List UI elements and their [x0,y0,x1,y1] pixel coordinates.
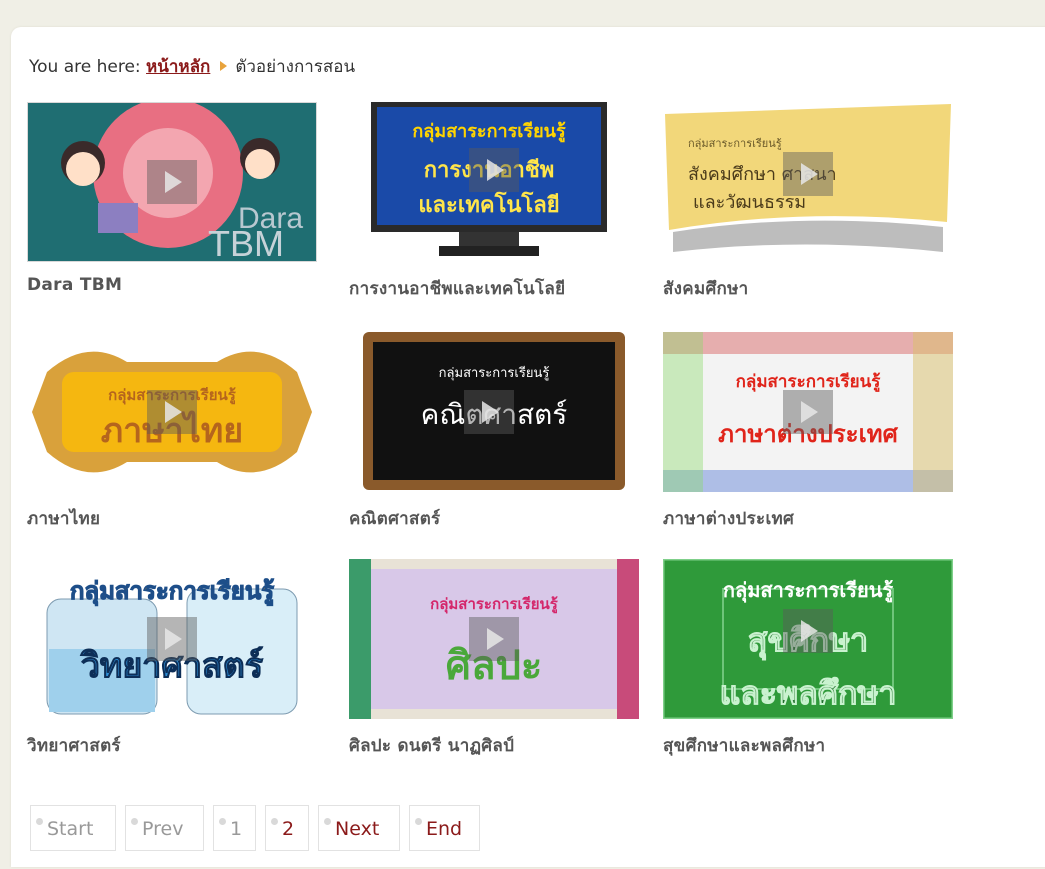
video-thumbnail[interactable]: กลุ่มสาระการเรียนรู้ สุขศึกษา และพลศึกษา [663,559,953,719]
play-icon[interactable] [469,617,519,661]
breadcrumb-prefix: You are here: [29,57,147,77]
video-caption[interactable]: สังคมศึกษา [663,275,749,302]
thumb-text-1: กลุ่มสาระการเรียนรู้ [70,577,274,607]
pager-end-label: End [426,818,463,840]
play-icon[interactable] [147,160,197,204]
pager-page-1[interactable]: 1 [213,805,256,851]
play-icon[interactable] [783,152,833,196]
thumb-text-1: กลุ่มสาระการเรียนรู้ [688,137,782,150]
pager-page-2[interactable]: 2 [265,805,309,851]
play-icon[interactable] [147,390,197,434]
thumb-text-1: กลุ่มสาระการเรียนรู้ [439,365,550,381]
pager-prev[interactable]: Prev [125,805,204,851]
pager-next[interactable]: Next [318,805,400,851]
video-thumbnail[interactable]: กลุ่มสาระการเรียนรู้ คณิตศาสตร์ [349,332,639,492]
video-caption[interactable]: วิทยาศาสตร์ [27,732,121,759]
thumb-text-1: กลุ่มสาระการเรียนรู้ [723,578,894,604]
video-caption[interactable]: Dara TBM [27,275,122,295]
video-caption[interactable]: ภาษาไทย [27,505,100,532]
thumb-text-2: TBM [208,223,284,262]
breadcrumb-home-link[interactable]: หน้าหลัก [146,57,210,77]
play-icon[interactable] [464,390,514,434]
video-thumbnail[interactable]: กลุ่มสาระการเรียนรู้ สังคมศึกษา ศาสนา แล… [663,102,953,262]
thumb-text-3: และพลศึกษา [720,674,897,712]
triangle-right-icon [220,61,228,71]
thumb-text-3: และเทคโนโลยี [418,191,559,218]
video-caption[interactable]: สุขศึกษาและพลศึกษา [663,732,825,759]
pager-page-2-label: 2 [282,818,295,840]
thumb-text-1: กลุ่มสาระการเรียนรู้ [430,595,559,614]
video-caption[interactable]: ศิลปะ ดนตรี นาฏศิลป์ [349,732,514,759]
video-thumbnail[interactable]: Dara TBM [27,102,317,262]
pager-prev-label: Prev [142,818,184,840]
play-icon[interactable] [147,617,197,661]
thumb-text-1: กลุ่มสาระการเรียนรู้ [412,121,566,143]
video-thumbnail[interactable]: กลุ่มสาระการเรียนรู้ วิทยาศาสตร์ [27,559,317,719]
pager-next-label: Next [335,818,380,840]
video-thumbnail[interactable]: กลุ่มสาระการเรียนรู้ ภาษาไทย [27,332,317,492]
video-caption[interactable]: การงานอาชีพและเทคโนโลยี [349,275,565,302]
video-caption[interactable]: คณิตศาสตร์ [349,505,440,532]
pager-page-1-label: 1 [230,818,243,840]
content-panel: You are here: หน้าหลัก ตัวอย่างการสอน Dar… [11,27,1045,867]
play-icon[interactable] [469,148,519,192]
pager-start-label: Start [47,818,94,840]
pager-end[interactable]: End [409,805,480,851]
video-thumbnail[interactable]: กลุ่มสาระการเรียนรู้ การงานอาชีพ และเทคโ… [349,102,639,262]
video-caption[interactable]: ภาษาต่างประเทศ [663,505,794,532]
video-thumbnail[interactable]: กลุ่มสาระการเรียนรู้ ภาษาต่างประเทศ [663,332,953,492]
play-icon[interactable] [783,390,833,434]
breadcrumb-current: ตัวอย่างการสอน [235,57,356,77]
pager-start[interactable]: Start [30,805,116,851]
video-thumbnail[interactable]: กลุ่มสาระการเรียนรู้ ศิลปะ [349,559,639,719]
play-icon[interactable] [783,609,833,653]
breadcrumb: You are here: หน้าหลัก ตัวอย่างการสอน [29,53,355,80]
